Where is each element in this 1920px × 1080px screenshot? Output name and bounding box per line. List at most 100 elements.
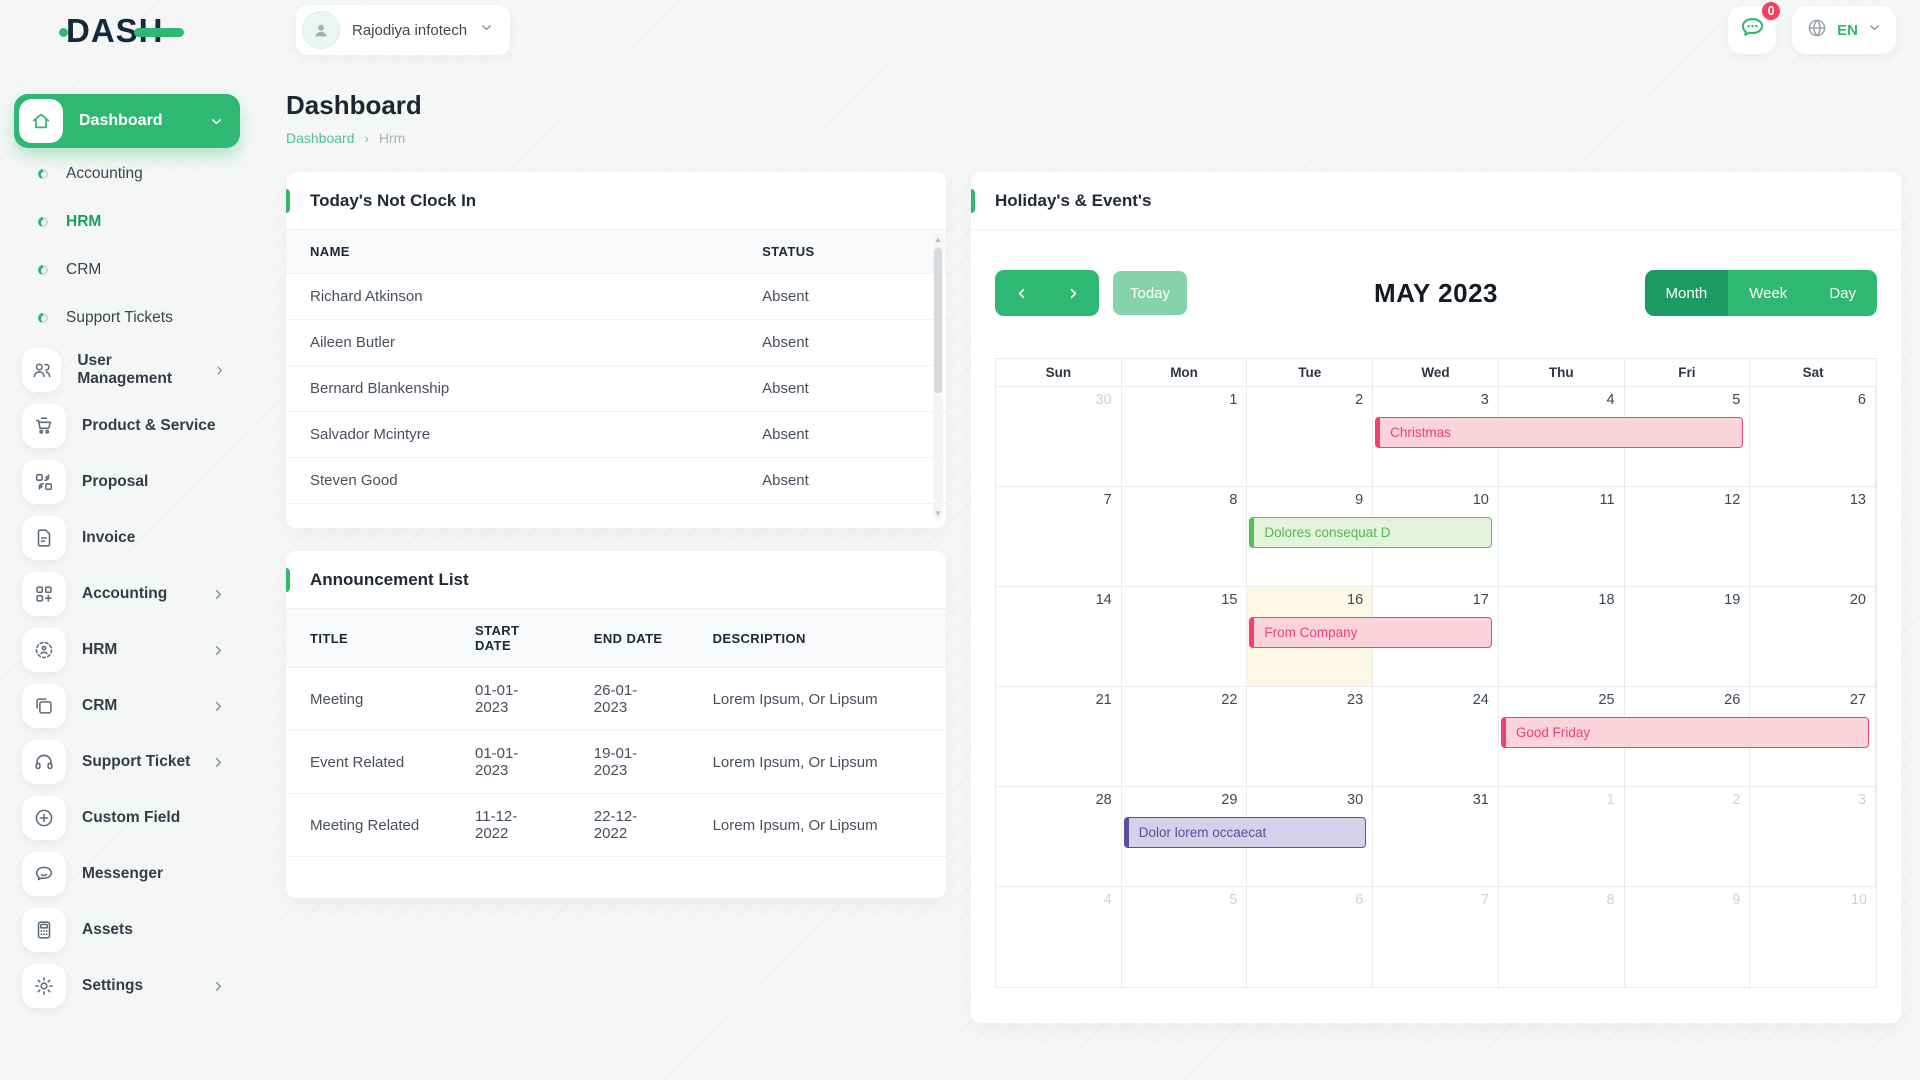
home-icon <box>30 110 52 132</box>
calculator-icon-box <box>22 908 66 952</box>
breadcrumb-separator: › <box>365 131 369 146</box>
chev-left-icon <box>1014 286 1029 301</box>
sidebar-item-label: Invoice <box>82 529 135 547</box>
calendar-event[interactable]: Good Friday <box>1501 717 1869 748</box>
sidebar-item-invoice[interactable]: Invoice <box>0 510 246 566</box>
calendar-event[interactable]: Christmas <box>1375 417 1743 448</box>
calendar-day-cell[interactable]: 30 <box>996 387 1122 486</box>
calendar-day-cell[interactable]: 12 <box>1625 487 1751 586</box>
messages-button[interactable]: 0 <box>1728 6 1776 54</box>
sidebar-item-dashboard[interactable]: Dashboard <box>14 94 240 148</box>
sidebar-item-assets[interactable]: Assets <box>0 902 246 958</box>
calendar-day-cell[interactable]: 4 <box>996 887 1122 987</box>
calendar-day-cell[interactable]: 7 <box>996 487 1122 586</box>
calendar-day-cell[interactable]: 10 <box>1750 887 1876 987</box>
announcement-title: Event Related <box>286 731 451 794</box>
chev-down-icon <box>1867 20 1882 35</box>
announcement-start-date: 11-12-2022 <box>451 794 570 857</box>
announcement-card-header: Announcement List <box>286 551 946 609</box>
announcement-description: Lorem Ipsum, Or Lipsum <box>689 668 946 731</box>
crm-icon-box <box>22 684 66 728</box>
invoice-icon-box <box>22 516 66 560</box>
announcement-description: Lorem Ipsum, Or Lipsum <box>689 794 946 857</box>
chev-down-icon <box>209 114 224 129</box>
calendar-event[interactable]: Dolores consequat D <box>1249 517 1491 548</box>
calendar-day-cell[interactable]: 20 <box>1750 587 1876 686</box>
calendar-day-cell[interactable]: 31 <box>1373 787 1499 886</box>
calendar-day-cell[interactable]: 13 <box>1750 487 1876 586</box>
table-row: Meeting Related 11-12-2022 22-12-2022 Lo… <box>286 794 946 857</box>
view-month-button[interactable]: Month <box>1645 270 1729 316</box>
chat-icon-box <box>22 852 66 896</box>
calendar-day-cell[interactable]: 23 <box>1247 687 1373 786</box>
sidebar-item-custom-field[interactable]: Custom Field <box>0 790 246 846</box>
calendar-day-cell[interactable]: 6 <box>1247 887 1373 987</box>
sidebar-item-crm[interactable]: CRM <box>0 678 246 734</box>
calendar-day-cell[interactable]: 15 <box>1122 587 1248 686</box>
calendar-day-cell[interactable]: 28 <box>996 787 1122 886</box>
sidebar-item-hrm[interactable]: HRM <box>0 622 246 678</box>
brand-logo[interactable]: DASH <box>66 14 184 47</box>
sidebar-subitem-support-tickets[interactable]: Support Tickets <box>0 294 246 342</box>
company-avatar <box>302 11 340 49</box>
grid-plus-icon-box <box>22 572 66 616</box>
calendar-day-cell[interactable]: 2 <box>1247 387 1373 486</box>
table-scrollbar[interactable]: ▲ ▼ <box>933 234 943 520</box>
calendar-day-cell[interactable]: 5 <box>1122 887 1248 987</box>
column-header: END DATE <box>570 609 689 668</box>
scrollbar-thumb[interactable] <box>934 248 942 393</box>
sidebar-subitem-hrm[interactable]: HRM <box>0 198 246 246</box>
invoice-icon <box>33 527 55 549</box>
language-code: EN <box>1837 22 1858 39</box>
sidebar-item-product-service[interactable]: Product & Service <box>0 398 246 454</box>
home-icon-box <box>19 99 63 143</box>
view-day-button[interactable]: Day <box>1808 270 1877 316</box>
calendar-day-cell[interactable]: 7 <box>1373 887 1499 987</box>
calendar-day-cell[interactable]: 3 <box>1750 787 1876 886</box>
calendar-day-cell[interactable]: 9 <box>1625 887 1751 987</box>
next-month-button[interactable] <box>1047 270 1099 316</box>
calendar-day-cell[interactable]: 1 <box>1499 787 1625 886</box>
sidebar-item-proposal[interactable]: Proposal <box>0 454 246 510</box>
calendar-day-cell[interactable]: 24 <box>1373 687 1499 786</box>
calendar-day-cell[interactable]: 8 <box>1499 887 1625 987</box>
calendar-day-cell[interactable]: 14 <box>996 587 1122 686</box>
column-header: NAME <box>286 230 738 274</box>
calendar-day-cell[interactable]: 11 <box>1499 487 1625 586</box>
calendar-day-cell[interactable]: 2 <box>1625 787 1751 886</box>
calendar-day-cell[interactable]: 8 <box>1122 487 1248 586</box>
calendar-event[interactable]: Dolor lorem occaecat <box>1124 817 1366 848</box>
sidebar-item-support-ticket[interactable]: Support Ticket <box>0 734 246 790</box>
sidebar-item-messenger[interactable]: Messenger <box>0 846 246 902</box>
calendar-event[interactable]: From Company <box>1249 617 1491 648</box>
scroll-up-icon[interactable]: ▲ <box>933 235 943 245</box>
sidebar-item-user-management[interactable]: User Management <box>0 342 246 398</box>
company-selector[interactable]: Rajodiya infotech <box>296 5 510 55</box>
prev-month-button[interactable] <box>995 270 1047 316</box>
day-header: Mon <box>1122 359 1248 386</box>
announcement-table: TITLESTART DATEEND DATEDESCRIPTION Meeti… <box>286 609 946 857</box>
view-week-button[interactable]: Week <box>1728 270 1808 316</box>
calendar-day-cell[interactable]: 18 <box>1499 587 1625 686</box>
calendar-day-cell[interactable]: 21 <box>996 687 1122 786</box>
calendar-day-cell[interactable]: 22 <box>1122 687 1248 786</box>
sidebar-subitem-label: Accounting <box>66 165 143 183</box>
calendar-day-cell[interactable]: 1 <box>1122 387 1248 486</box>
grid-plus-icon <box>33 583 55 605</box>
plus-circle-icon <box>33 807 55 829</box>
scroll-down-icon[interactable]: ▼ <box>933 509 943 519</box>
sidebar-subitem-accounting[interactable]: Accounting <box>0 150 246 198</box>
calendar-week-row: 14151617181920From Company <box>996 587 1876 687</box>
sidebar-item-accounting[interactable]: Accounting <box>0 566 246 622</box>
breadcrumb-dashboard-link[interactable]: Dashboard <box>286 130 355 146</box>
calendar-week-row: 78910111213Dolores consequat D <box>996 487 1876 587</box>
globe-icon <box>1806 17 1828 39</box>
page-title: Dashboard <box>286 90 1901 121</box>
sidebar-subitem-crm[interactable]: CRM <box>0 246 246 294</box>
sidebar-subitem-label: CRM <box>66 261 101 279</box>
calendar-day-cell[interactable]: 6 <box>1750 387 1876 486</box>
sidebar-item-settings[interactable]: Settings <box>0 958 246 1014</box>
language-selector[interactable]: EN <box>1792 6 1896 54</box>
today-button[interactable]: Today <box>1113 271 1187 315</box>
calendar-day-cell[interactable]: 19 <box>1625 587 1751 686</box>
